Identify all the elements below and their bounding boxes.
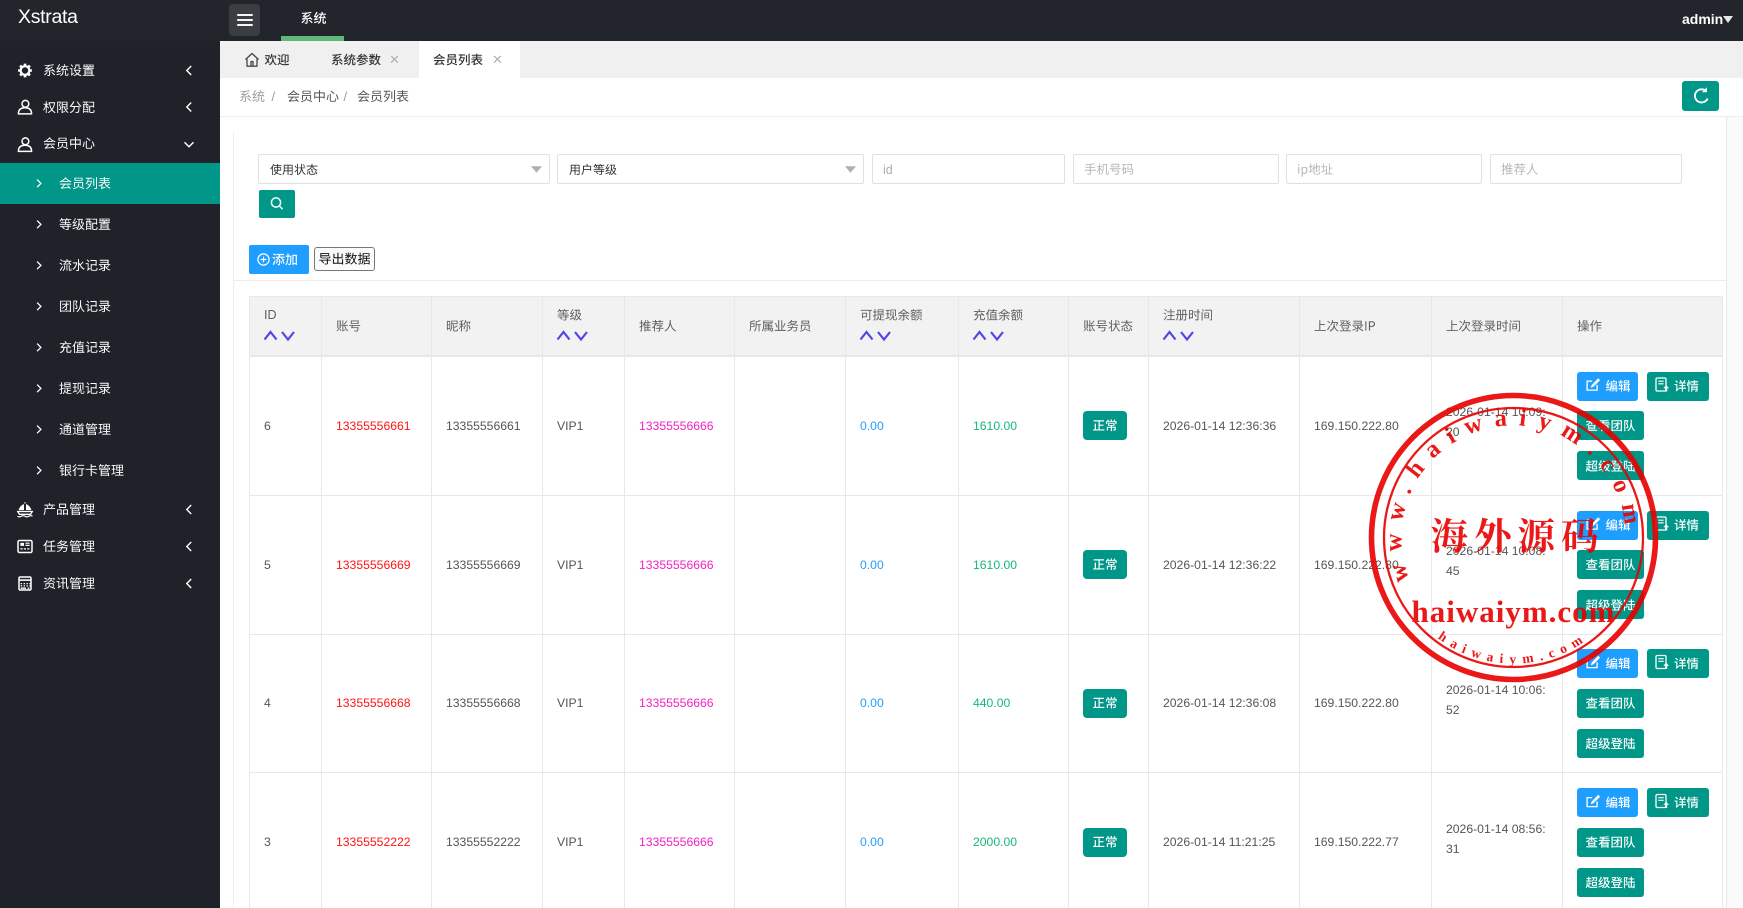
svg-text:haiwaiym.com: haiwaiym.com <box>1411 594 1615 629</box>
svg-text:haiwaiym.com: haiwaiym.com <box>1436 628 1591 666</box>
